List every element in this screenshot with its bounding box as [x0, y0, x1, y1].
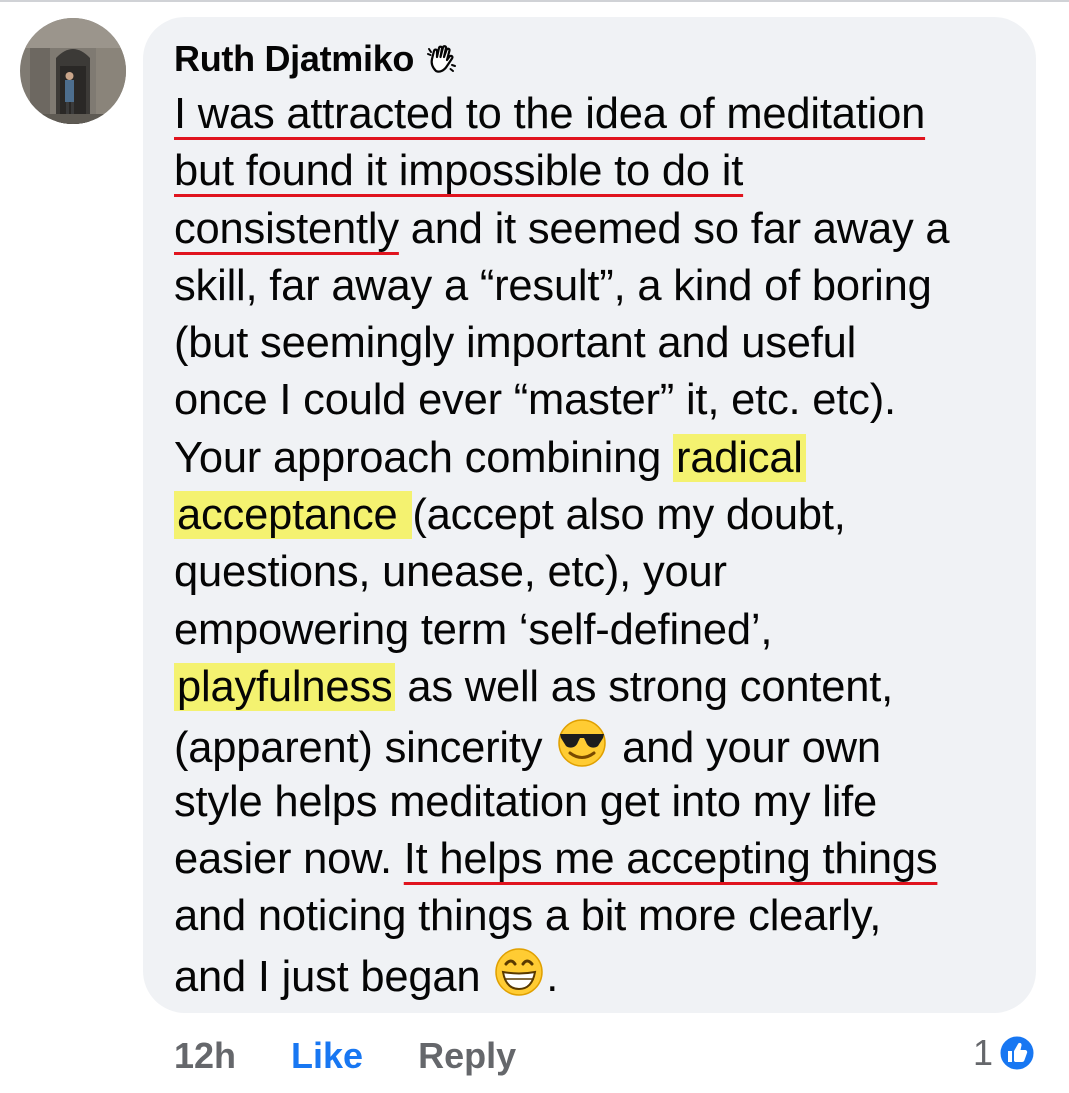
grinning-emoji-icon [492, 945, 546, 1012]
author-name[interactable]: Ruth Djatmiko [174, 38, 414, 80]
comment-text-segment: and noticing things a bit more clearly, [174, 892, 882, 941]
comment-text-segment: and your own [610, 724, 881, 773]
underlined-text: It helps me accepting things [403, 834, 938, 883]
comment-line: acceptance (accept also my doubt, [174, 487, 1024, 544]
comment-text-segment: Your approach combining [174, 433, 674, 482]
underlined-text: consistently [174, 204, 399, 253]
highlighted-text: radical [673, 433, 806, 482]
comment-text-segment: (apparent) sincerity [174, 724, 555, 773]
comment-line: and I just began . [174, 945, 1024, 1002]
avatar[interactable] [20, 18, 126, 124]
comment-line: Your approach combining radical [174, 430, 1024, 487]
comment-line: easier now. It helps me accepting things [174, 831, 1024, 888]
thumbs-up-icon [997, 1033, 1037, 1073]
reaction-count: 1 [972, 1032, 993, 1073]
highlighted-text: acceptance [174, 491, 413, 540]
comment-text-segment: and I just began [174, 953, 493, 1002]
underlined-text: I was attracted to the idea of meditatio… [174, 90, 926, 138]
comment-line: once I could ever “master” it, etc. etc)… [174, 372, 1024, 429]
reaction-summary[interactable]: 1 [973, 1030, 1037, 1076]
comment-line: questions, unease, etc), your [174, 544, 1024, 601]
timestamp[interactable]: 12h [174, 1035, 236, 1077]
comment-line: style helps meditation get into my life [174, 774, 1024, 831]
like-button[interactable]: Like [291, 1035, 363, 1077]
comment-text-segment: style helps meditation get into my life [174, 777, 878, 826]
comment-text-segment: (but seemingly important and useful [174, 319, 857, 368]
comment-text-segment: once I could ever “master” it, etc. etc)… [174, 376, 896, 425]
underlined-text: but found it impossible to do it [174, 147, 744, 196]
comment-text-segment: as well as strong content, [395, 662, 893, 711]
comment-line: and noticing things a bit more clearly, [174, 888, 1024, 945]
comment-actions: 12h Like Reply [174, 1030, 516, 1082]
comment-author-row: Ruth Djatmiko [174, 38, 458, 80]
comment-text-segment: (accept also my doubt, [412, 491, 846, 540]
reply-button[interactable]: Reply [418, 1035, 516, 1077]
comment-line: I was attracted to the idea of meditatio… [174, 86, 1024, 143]
comment-text-segment: and it seemed so far away a [398, 204, 950, 253]
highlighted-text: playfulness [174, 662, 396, 711]
comment-text-segment: questions, unease, etc), your [174, 548, 727, 597]
comment-line: playfulness as well as strong content, [174, 659, 1024, 716]
comment-line: empowering term ‘self-defined’, [174, 602, 1024, 659]
comment-text-segment: empowering term ‘self-defined’, [174, 605, 773, 654]
comment-line: consistently and it seemed so far away a [174, 201, 1024, 258]
waving-hand-icon [426, 43, 458, 75]
comment-text-segment: . [546, 953, 559, 1002]
comment-text-segment: skill, far away a “result”, a kind of bo… [174, 261, 932, 310]
comment-line: skill, far away a “result”, a kind of bo… [174, 258, 1024, 315]
divider [0, 0, 1069, 2]
comment-line: but found it impossible to do it [174, 143, 1024, 200]
comment-line: (but seemingly important and useful [174, 315, 1024, 372]
comment-line: (apparent) sincerity and your own [174, 716, 1024, 773]
comment-text: I was attracted to the idea of meditatio… [174, 86, 1024, 1003]
comment-text-segment: easier now. [174, 834, 404, 883]
